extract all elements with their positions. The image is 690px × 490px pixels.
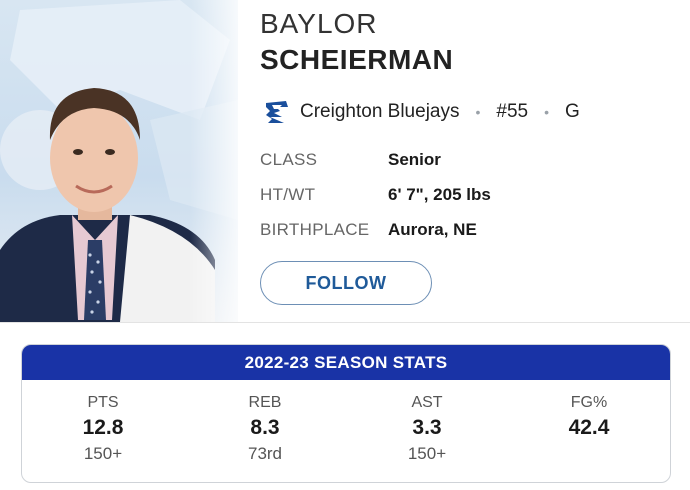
player-first-name: BAYLOR: [260, 8, 378, 39]
divider: [0, 322, 690, 323]
info-row-class: CLASS Senior: [260, 142, 491, 177]
player-photo: [0, 0, 238, 322]
stat-rank: 150+: [83, 444, 123, 463]
stat-value: 8.3: [250, 416, 280, 439]
stat-rank: 150+: [407, 444, 447, 463]
info-row-birthplace: BIRTHPLACE Aurora, NE: [260, 212, 491, 247]
stat-label: FG%: [570, 394, 608, 411]
photo-fade: [190, 0, 238, 322]
stat-fg-pct: FG% 42.4: [508, 394, 670, 468]
player-info-list: CLASS Senior HT/WT 6' 7", 205 lbs BIRTHP…: [260, 142, 491, 247]
jersey-number: #55: [496, 101, 529, 122]
stat-pts: PTS 12.8 150+: [22, 394, 184, 468]
info-row-height-weight: HT/WT 6' 7", 205 lbs: [260, 177, 491, 212]
info-label: BIRTHPLACE: [260, 219, 370, 239]
separator-dot: •: [544, 104, 549, 120]
stat-reb: REB 8.3 73rd: [184, 394, 346, 468]
season-stats-title: 2022-23 SEASON STATS: [22, 345, 670, 380]
info-value: Senior: [388, 149, 441, 169]
info-label: HT/WT: [260, 184, 316, 204]
team-row: Creighton Bluejays • #55 • G: [262, 96, 580, 128]
stat-rank: 73rd: [247, 444, 283, 463]
separator-dot: •: [475, 104, 481, 120]
stat-label: PTS: [87, 394, 119, 411]
player-last-name: SCHEIERMAN: [260, 44, 454, 75]
follow-button[interactable]: FOLLOW: [260, 261, 432, 305]
stat-ast: AST 3.3 150+: [346, 394, 508, 468]
creighton-bluejays-logo-icon[interactable]: [262, 97, 292, 127]
player-header: BAYLOR SCHEIERMAN Creighton Bluejays • #…: [0, 0, 690, 322]
stat-value: 3.3: [412, 416, 442, 439]
stat-label: REB: [248, 394, 282, 411]
stat-value: 12.8: [82, 416, 124, 439]
season-stats-card: 2022-23 SEASON STATS PTS 12.8 150+ REB 8…: [21, 344, 671, 483]
stats-grid: PTS 12.8 150+ REB 8.3 73rd AST 3.3 150+ …: [22, 380, 670, 468]
info-value: Aurora, NE: [388, 219, 477, 239]
stat-value: 42.4: [568, 416, 610, 439]
info-label: CLASS: [260, 149, 318, 169]
team-name[interactable]: Creighton Bluejays: [300, 101, 459, 123]
stat-label: AST: [411, 394, 443, 411]
player-position: G: [565, 101, 580, 122]
info-value: 6' 7", 205 lbs: [388, 184, 491, 204]
